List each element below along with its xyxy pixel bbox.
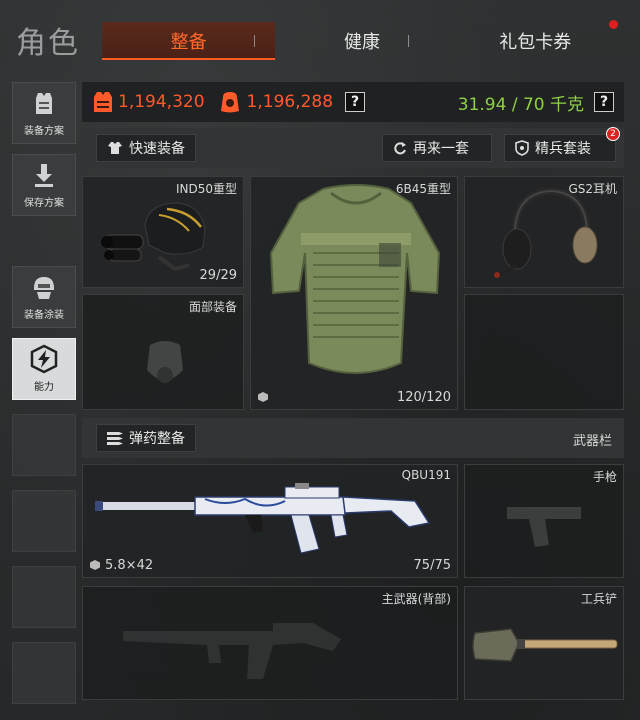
lightning-shield-icon <box>30 344 58 374</box>
sidebar-empty-slot <box>12 566 76 628</box>
tab-loadout[interactable]: 整备 <box>102 22 276 60</box>
tab-label: 礼包卡券 <box>499 32 572 53</box>
pistol-silhouette-icon <box>507 507 581 547</box>
ammo-type: 5.8×42 <box>105 558 154 573</box>
secondary-weapon-slot[interactable]: 主武器(背部) <box>82 586 458 700</box>
helmet-slot[interactable]: IND50重型 29/29 <box>82 176 244 288</box>
tab-gift-coupons[interactable]: 礼包卡券 <box>449 20 622 60</box>
armor-durability: 120/120 <box>396 390 451 405</box>
ammo-icon <box>107 432 123 445</box>
primary-weapon-name: QBU191 <box>401 468 451 482</box>
sidebar-item-ability[interactable]: 能力 <box>12 338 76 400</box>
ammo-bar: 弹药整备 武器栏 <box>82 418 624 458</box>
empty-slot <box>464 294 624 410</box>
armor-image <box>269 184 441 374</box>
quick-equip-button[interactable]: 快速装备 <box>96 134 196 162</box>
face-slot[interactable]: 面部装备 <box>82 294 244 410</box>
stats-bar: 1,194,320 1,196,288 ? 31.94 / 70 千克 ? <box>82 82 624 122</box>
primary-weapon-slot[interactable]: QBU191 5.8×42 75/75 <box>82 464 458 578</box>
face-slot-label: 面部装备 <box>188 300 237 314</box>
bag-value: 1,196,288 <box>246 92 334 112</box>
sidebar-item-save-plan[interactable]: 保存方案 <box>12 154 76 216</box>
headset-slot[interactable]: GS2耳机 <box>464 176 624 288</box>
tab-label: 健康 <box>343 32 380 53</box>
tab-label: 整备 <box>170 32 207 53</box>
armor-value-icon <box>94 92 112 112</box>
secondary-slot-label: 主武器(背部) <box>381 592 451 606</box>
rifle-silhouette-icon <box>123 623 341 679</box>
shirt-icon <box>108 142 122 154</box>
sidebar-item-loadout-plan[interactable]: 装备方案 <box>12 82 76 144</box>
ammo-box-icon <box>90 560 100 570</box>
divider <box>254 35 255 47</box>
bag-value-icon <box>220 92 239 113</box>
sidebar-empty-slot <box>12 414 76 476</box>
divider <box>408 35 409 47</box>
cube-icon <box>258 392 268 402</box>
tab-bar: 整备 健康 礼包卡券 <box>102 20 622 60</box>
headset-image <box>494 187 598 278</box>
vest-icon <box>36 93 52 114</box>
rifle-image <box>95 483 431 554</box>
reequip-label: 再来一套 <box>413 141 469 157</box>
pistol-slot-label: 手枪 <box>592 470 617 484</box>
helmet-paint-icon <box>34 277 54 299</box>
sidebar-item-label: 能力 <box>34 382 54 393</box>
armor-value: 1,194,320 <box>118 92 205 112</box>
sidebar-item-label: 装备涂装 <box>24 310 64 321</box>
armor-slot[interactable]: 6B45重型 120/120 <box>250 176 458 410</box>
download-icon <box>35 164 53 187</box>
refresh-icon <box>394 142 406 155</box>
action-row: 快速装备 再来一套 精兵套装 2 <box>82 127 624 168</box>
tab-health[interactable]: 健康 <box>275 22 448 60</box>
weight-capacity: 31.94 / 70 千克 <box>457 94 584 115</box>
sidebar-item-label: 保存方案 <box>24 198 64 209</box>
sidebar-empty-slot <box>12 642 76 704</box>
quick-equip-label: 快速装备 <box>129 141 185 157</box>
sidebar-item-label: 装备方案 <box>24 126 64 137</box>
elite-set-badge: 2 <box>606 127 620 141</box>
elite-set-button[interactable]: 精兵套装 2 <box>504 127 620 162</box>
elite-set-label: 精兵套装 <box>535 141 591 157</box>
shovel-image <box>472 628 618 662</box>
weapons-section-label: 武器栏 <box>572 434 612 449</box>
melee-slot[interactable]: 工兵铲 <box>464 586 624 700</box>
sidebar-item-skin[interactable]: 装备涂装 <box>12 266 76 328</box>
helmet-durability: 29/29 <box>199 268 237 283</box>
pistol-slot[interactable]: 手枪 <box>464 464 624 578</box>
weight-help-button[interactable]: ? <box>594 92 614 112</box>
helmet-image <box>101 202 206 272</box>
notification-dot <box>608 20 618 29</box>
shield-icon <box>515 140 529 156</box>
reequip-button[interactable]: 再来一套 <box>382 134 492 162</box>
ammo-count: 75/75 <box>413 558 451 573</box>
help-button[interactable]: ? <box>345 92 366 112</box>
melee-name: 工兵铲 <box>580 592 617 606</box>
ammo-equip-label: 弹药整备 <box>129 431 185 447</box>
gas-mask-icon <box>147 341 183 383</box>
page-title: 角色 <box>16 26 80 61</box>
ammo-equip-button[interactable]: 弹药整备 <box>96 424 196 452</box>
sidebar-empty-slot <box>12 490 76 552</box>
